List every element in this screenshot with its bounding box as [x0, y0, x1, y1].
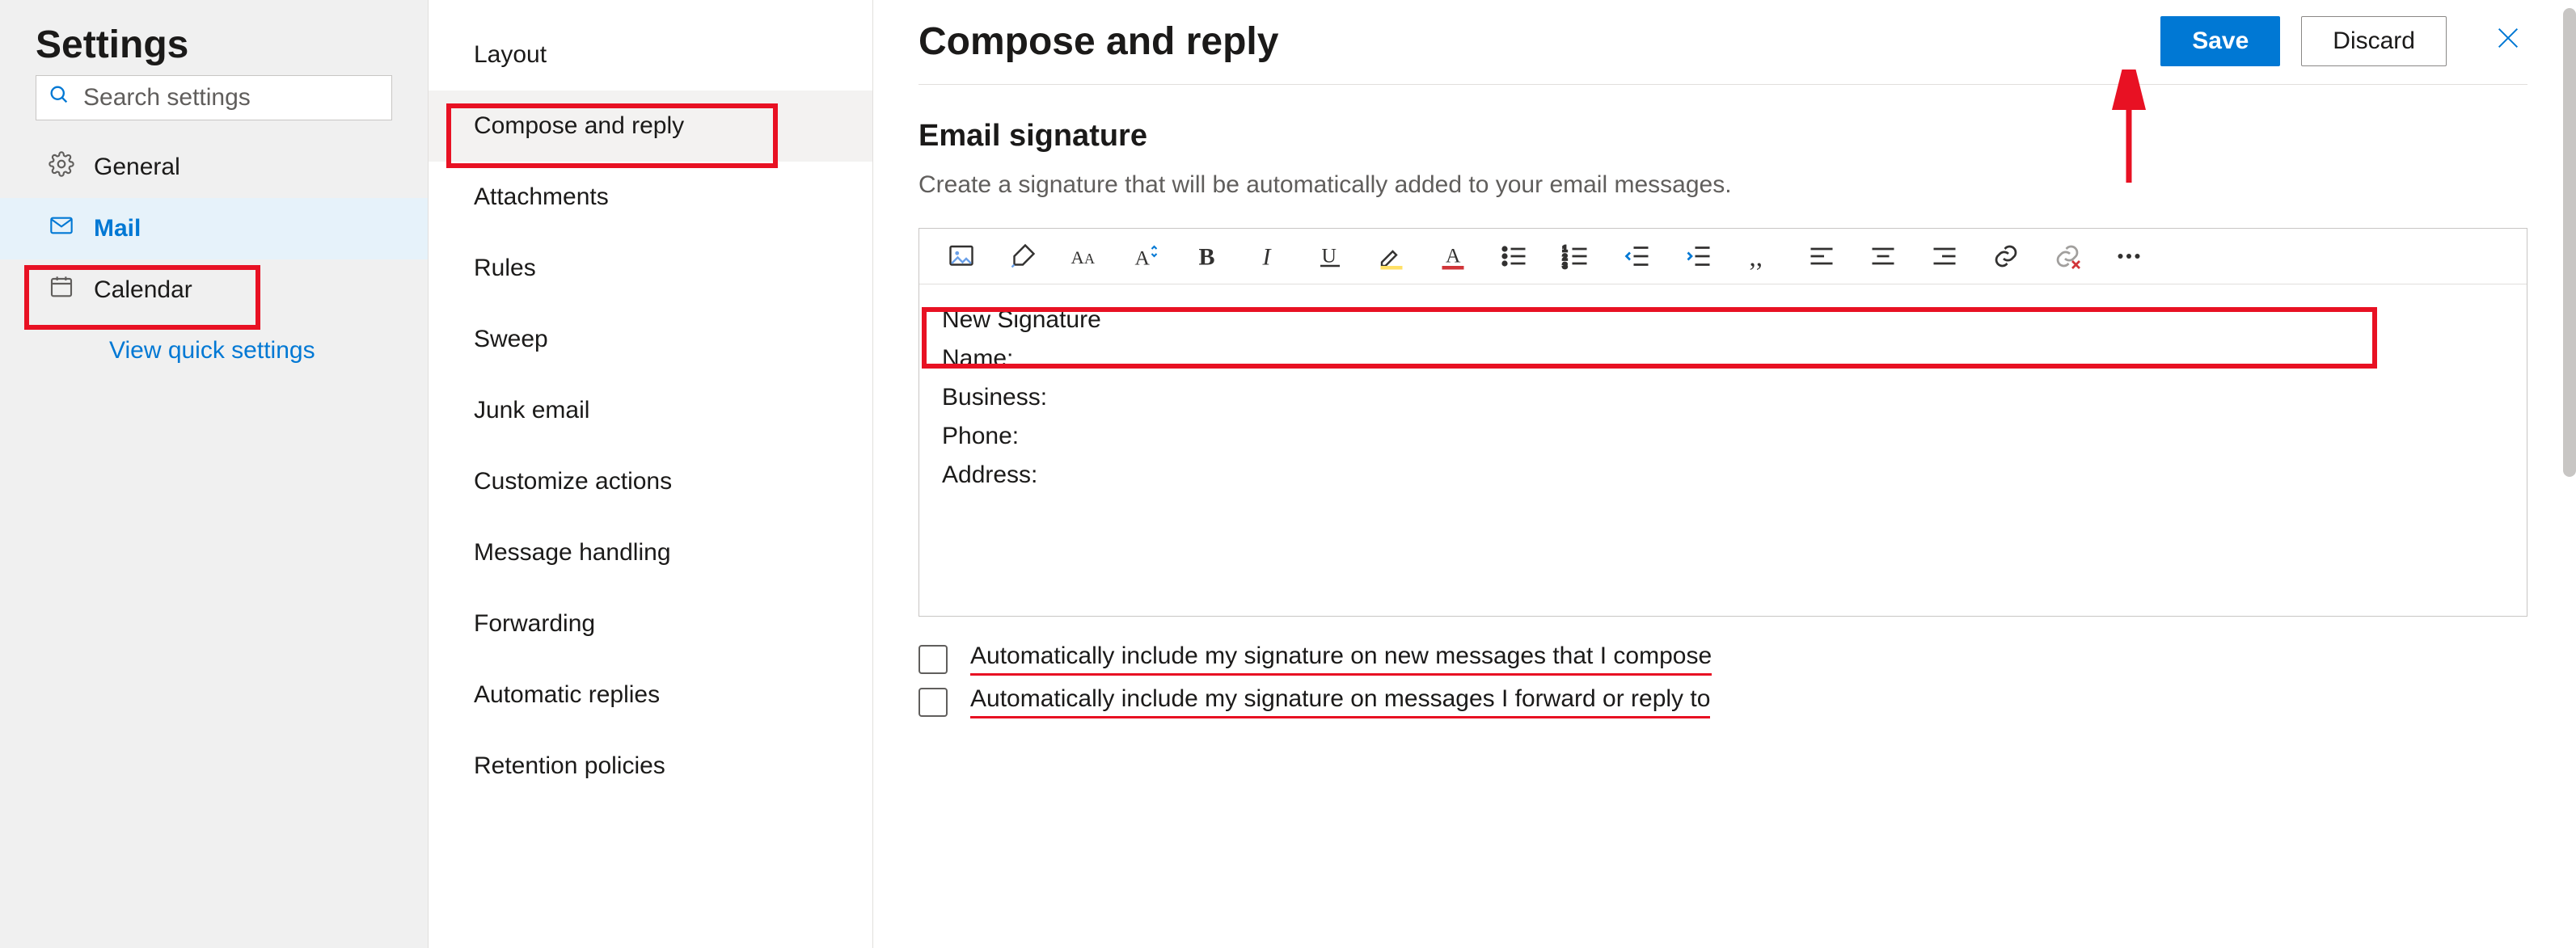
highlight-icon[interactable] — [1377, 242, 1406, 271]
svg-text:A: A — [1071, 247, 1085, 268]
checkbox-label: Automatically include my signature on ne… — [970, 643, 1712, 676]
gear-icon — [49, 151, 74, 183]
svg-text:,,: ,, — [1750, 243, 1763, 271]
section-title: Email signature — [918, 119, 2527, 154]
save-button[interactable]: Save — [2160, 16, 2280, 66]
subnav-automatic-replies[interactable]: Automatic replies — [429, 659, 872, 731]
quote-icon[interactable]: ,, — [1746, 242, 1775, 271]
checkbox-include-new[interactable] — [918, 645, 948, 674]
page-title: Compose and reply — [918, 19, 1278, 64]
font-color-icon[interactable]: A — [1438, 242, 1467, 271]
signature-editor: AA A B I U A — [918, 228, 2527, 617]
discard-button[interactable]: Discard — [2301, 16, 2447, 66]
editor-toolbar: AA A B I U A — [919, 229, 2527, 284]
settings-title: Settings — [0, 23, 428, 75]
subnav-retention-policies[interactable]: Retention policies — [429, 731, 872, 802]
scrollbar[interactable] — [2563, 8, 2576, 477]
svg-text:U: U — [1322, 244, 1337, 268]
outdent-icon[interactable] — [1623, 242, 1652, 271]
close-button[interactable] — [2489, 22, 2527, 61]
section-description: Create a signature that will be automati… — [918, 171, 2527, 199]
align-center-icon[interactable] — [1869, 242, 1898, 271]
signature-line: Phone: — [942, 417, 2504, 456]
category-list: General Mail — [0, 137, 428, 364]
sidebar-item-label: General — [94, 154, 180, 181]
sidebar-item-calendar[interactable]: Calendar — [0, 259, 428, 321]
checkbox-label: Automatically include my signature on me… — [970, 685, 1710, 718]
signature-line: Business: — [942, 378, 2504, 417]
signature-line: New Signature — [942, 301, 2504, 339]
bold-icon[interactable]: B — [1193, 242, 1222, 271]
svg-text:3: 3 — [1563, 261, 1568, 271]
signature-textarea[interactable]: New Signature Name: Business: Phone: Add… — [919, 284, 2527, 616]
search-icon — [48, 83, 82, 112]
subnav-rules[interactable]: Rules — [429, 233, 872, 304]
format-painter-icon[interactable] — [1008, 242, 1037, 271]
subnav-attachments[interactable]: Attachments — [429, 162, 872, 233]
subnav-junk-email[interactable]: Junk email — [429, 375, 872, 446]
svg-text:B: B — [1199, 244, 1215, 271]
sidebar-item-mail[interactable]: Mail — [0, 198, 428, 259]
subnav-forwarding[interactable]: Forwarding — [429, 588, 872, 659]
remove-link-icon[interactable] — [2053, 242, 2082, 271]
subnav-layout[interactable]: Layout — [429, 19, 872, 91]
svg-text:A: A — [1084, 251, 1095, 267]
number-list-icon[interactable]: 123 — [1561, 242, 1590, 271]
italic-icon[interactable]: I — [1254, 242, 1283, 271]
font-size-icon[interactable]: A — [1131, 242, 1160, 271]
insert-image-icon[interactable] — [947, 242, 976, 271]
indent-icon[interactable] — [1684, 242, 1713, 271]
svg-text:I: I — [1262, 244, 1273, 271]
calendar-icon — [49, 274, 74, 306]
font-name-icon[interactable]: AA — [1070, 242, 1099, 271]
bullet-list-icon[interactable] — [1500, 242, 1529, 271]
underline-icon[interactable]: U — [1315, 242, 1345, 271]
signature-line: Address: — [942, 456, 2504, 495]
search-input[interactable] — [82, 83, 397, 112]
main-pane: Compose and reply Save Discard Email sig… — [873, 0, 2576, 948]
subnav-message-handling[interactable]: Message handling — [429, 517, 872, 588]
mail-settings-list: Layout Compose and reply Attachments Rul… — [429, 0, 873, 948]
insert-link-icon[interactable] — [1991, 242, 2021, 271]
align-left-icon[interactable] — [1807, 242, 1836, 271]
align-right-icon[interactable] — [1930, 242, 1959, 271]
sidebar-item-general[interactable]: General — [0, 137, 428, 198]
signature-line: Name: — [942, 339, 2504, 378]
close-icon — [2494, 24, 2522, 58]
mail-icon — [49, 213, 74, 245]
subnav-compose-and-reply[interactable]: Compose and reply — [429, 91, 872, 162]
sidebar-item-label: Mail — [94, 215, 141, 242]
view-quick-settings-link[interactable]: View quick settings — [0, 321, 428, 364]
sidebar-item-label: Calendar — [94, 276, 192, 304]
settings-panel: Settings General — [0, 0, 429, 948]
search-input-wrapper[interactable] — [36, 75, 392, 120]
subnav-customize-actions[interactable]: Customize actions — [429, 446, 872, 517]
subnav-sweep[interactable]: Sweep — [429, 304, 872, 375]
more-options-icon[interactable] — [2114, 242, 2143, 271]
svg-text:A: A — [1446, 244, 1461, 268]
checkbox-include-reply[interactable] — [918, 688, 948, 717]
svg-text:A: A — [1135, 246, 1151, 270]
